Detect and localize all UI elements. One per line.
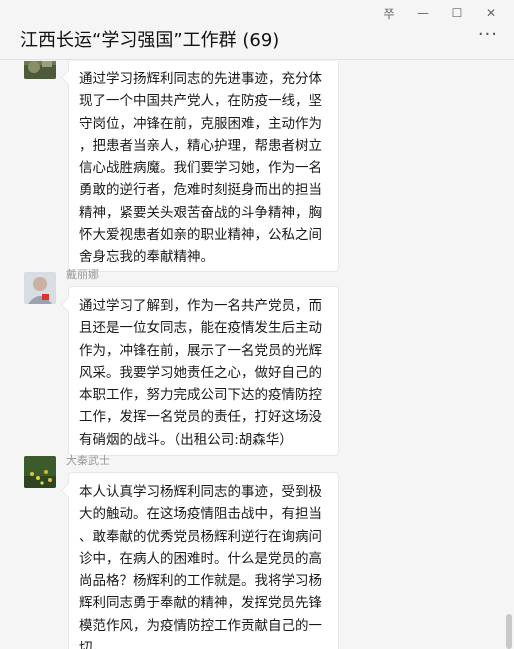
maximize-button[interactable]: ☐ xyxy=(440,4,474,22)
message-bubble[interactable]: 本人认真学习杨辉利同志的事迹，受到极 大的触动。在这场疫情阻击战中，有担当 、敢… xyxy=(68,472,339,649)
more-options-button[interactable]: ··· xyxy=(478,24,498,45)
title-bar: 쭈 — ☐ ✕ 江西长运“学习强国”工作群 (69) ··· xyxy=(0,0,514,60)
window-controls: 쭈 — ☐ ✕ xyxy=(372,4,508,22)
flowers-avatar[interactable] xyxy=(24,456,56,488)
message-bubble[interactable]: 通过学习扬辉利同志的先进事迹，充分体 现了一个中国共产党人，在防疫一线，坚 守岗… xyxy=(68,61,339,272)
sender-name: 戴丽娜 xyxy=(66,268,99,281)
message-list[interactable]: 通过学习扬辉利同志的先进事迹，充分体 现了一个中国共产党人，在防疫一线，坚 守岗… xyxy=(0,61,514,649)
minimize-button[interactable]: — xyxy=(406,4,440,22)
close-button[interactable]: ✕ xyxy=(474,4,508,22)
message-bubble[interactable]: 通过学习了解到，作为一名共产党员，而 且还是一位女同志，能在疫情发生后主动 作为… xyxy=(68,286,339,456)
portrait-avatar[interactable] xyxy=(24,272,56,304)
sender-name: 大秦武士 xyxy=(66,454,110,467)
scrollbar-thumb[interactable] xyxy=(506,614,512,649)
pin-button[interactable]: 쭈 xyxy=(372,4,406,22)
landscape-avatar[interactable] xyxy=(24,61,56,79)
chat-title: 江西长运“学习强国”工作群 (69) xyxy=(20,30,280,51)
